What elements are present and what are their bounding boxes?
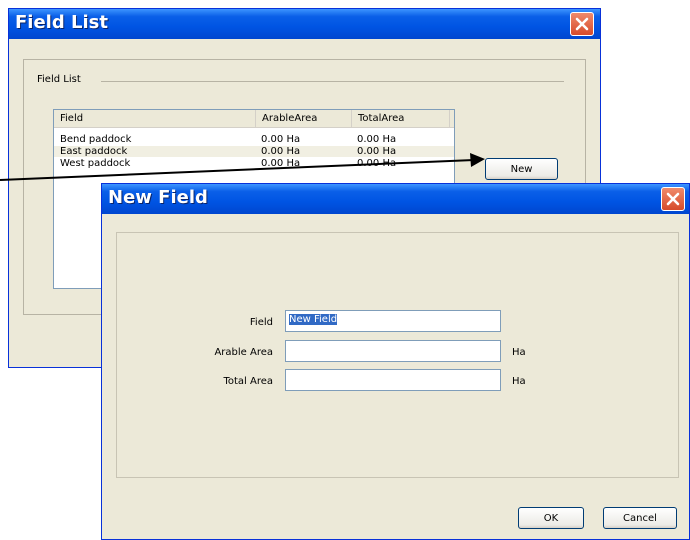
table-row[interactable]: West paddock 0.00 Ha 0.00 Ha <box>54 158 454 169</box>
ok-button[interactable]: OK <box>518 507 584 529</box>
arable-area-label: Arable Area <box>214 347 273 358</box>
arable-area-input[interactable] <box>285 340 501 362</box>
close-icon <box>666 192 680 206</box>
cell-total-area: 0.00 Ha <box>357 134 397 145</box>
field-name-value: New Field <box>289 314 338 325</box>
new-field-titlebar[interactable]: New Field <box>102 184 689 214</box>
field-list-title: Field List <box>15 12 108 33</box>
field-name-input[interactable]: New Field <box>285 310 501 332</box>
column-header-arablearea[interactable]: ArableArea <box>256 110 352 127</box>
new-field-window: New Field Field New Field Arable Area Ha… <box>101 183 690 540</box>
table-row[interactable]: Bend paddock 0.00 Ha 0.00 Ha <box>54 134 454 145</box>
field-table-header: Field ArableArea TotalArea <box>54 110 454 128</box>
cell-field: Bend paddock <box>60 134 132 145</box>
field-label: Field <box>249 317 273 328</box>
cell-field: East paddock <box>60 146 128 157</box>
field-list-group-label: Field List <box>37 74 87 85</box>
new-field-close-button[interactable] <box>661 187 685 211</box>
cancel-button[interactable]: Cancel <box>603 507 677 529</box>
group-divider <box>101 81 564 82</box>
field-list-titlebar[interactable]: Field List <box>9 9 600 39</box>
total-area-input[interactable] <box>285 369 501 391</box>
cell-arable-area: 0.00 Ha <box>261 146 301 157</box>
new-button[interactable]: New <box>485 158 558 180</box>
column-header-field[interactable]: Field <box>54 110 256 127</box>
field-list-close-button[interactable] <box>570 12 594 36</box>
total-area-label: Total Area <box>223 376 273 387</box>
cell-total-area: 0.00 Ha <box>357 158 397 169</box>
cell-field: West paddock <box>60 158 131 169</box>
cell-total-area: 0.00 Ha <box>357 146 397 157</box>
arable-area-unit: Ha <box>512 347 526 358</box>
close-icon <box>575 17 589 31</box>
total-area-unit: Ha <box>512 376 526 387</box>
new-field-title: New Field <box>108 187 208 208</box>
table-row[interactable]: East paddock 0.00 Ha 0.00 Ha <box>54 146 454 157</box>
cell-arable-area: 0.00 Ha <box>261 158 301 169</box>
cell-arable-area: 0.00 Ha <box>261 134 301 145</box>
column-header-totalarea[interactable]: TotalArea <box>352 110 450 127</box>
